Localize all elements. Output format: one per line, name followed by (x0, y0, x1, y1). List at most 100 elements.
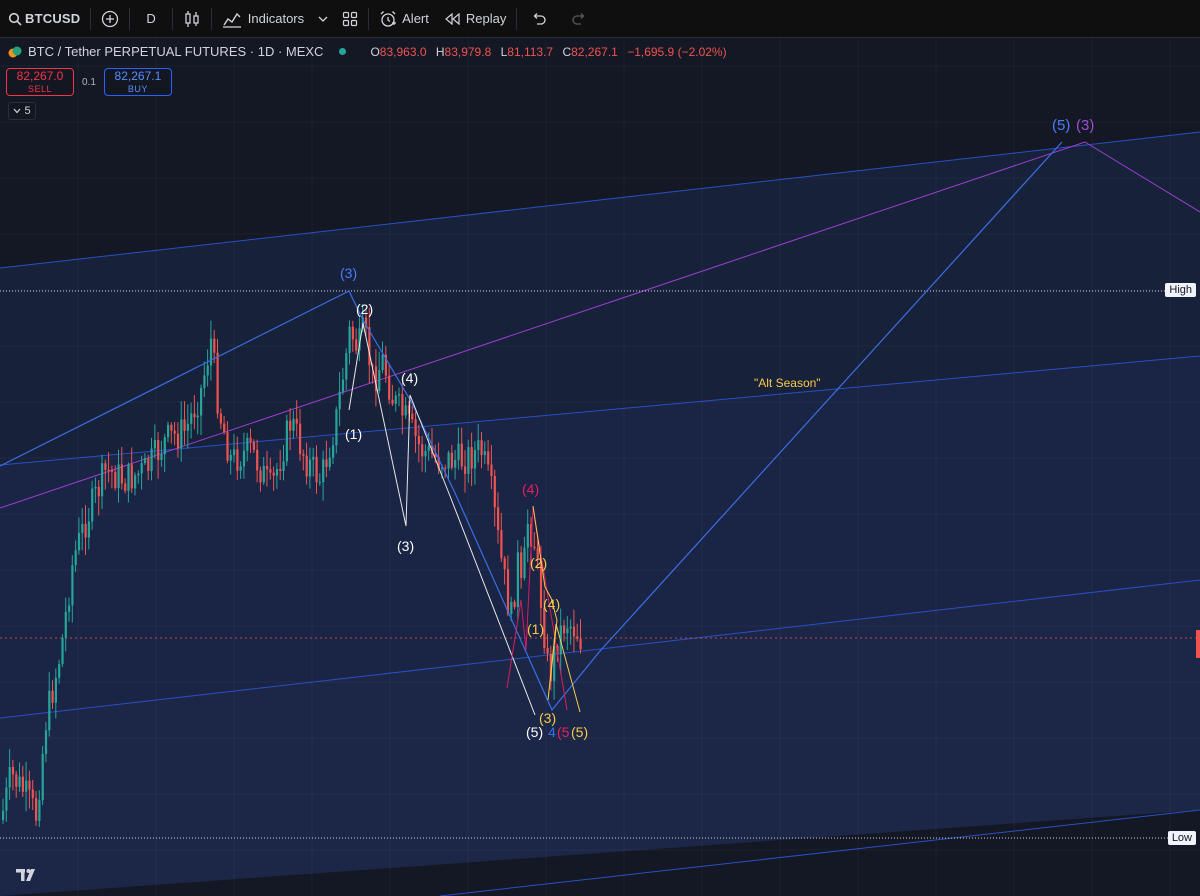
candle-body (394, 395, 397, 404)
candle-body (477, 440, 480, 451)
candles-icon (183, 10, 201, 28)
candle-body (77, 532, 81, 551)
trade-panel: 82,267.0 SELL 0.1 82,267.1 BUY (6, 68, 172, 96)
order-quantity[interactable]: 0.1 (82, 77, 96, 88)
candle-body (355, 339, 358, 351)
candle-body (460, 443, 463, 467)
wave-label-pink-5: (5 (557, 724, 570, 740)
alert-button[interactable]: Alert (371, 0, 437, 38)
candle-body (157, 440, 160, 460)
candle-body (411, 413, 414, 420)
candle-body (447, 452, 450, 469)
candle-body (563, 625, 566, 634)
legend-title[interactable]: BTC / Tether PERPETUAL FUTURES · 1D · ME… (28, 44, 323, 59)
candle-body (110, 469, 114, 472)
candle-body (444, 467, 447, 469)
candle-body (401, 394, 404, 416)
wave-label-blue-3: (3) (340, 265, 357, 281)
candle-body (516, 552, 519, 607)
layout-button[interactable] (334, 0, 366, 38)
buy-button[interactable]: 82,267.1 BUY (103, 68, 172, 96)
indicators-collapse-button[interactable]: 5 (8, 102, 36, 120)
candle-body (338, 391, 341, 410)
grid-icon (342, 11, 358, 27)
divider (210, 7, 212, 30)
divider (516, 7, 518, 30)
low-price-tag: Low (1167, 831, 1196, 845)
candle-body (523, 547, 526, 579)
candle-body (572, 626, 576, 637)
symbol-search[interactable]: BTCUSD (0, 0, 88, 38)
candle-body (186, 423, 189, 431)
candle-body (520, 552, 523, 579)
candle-body (467, 447, 470, 474)
candle-body (480, 440, 483, 456)
candle-body (101, 463, 104, 497)
rewind-icon (444, 12, 461, 25)
candle-body (305, 455, 308, 477)
candle-body (533, 546, 536, 549)
undo-button[interactable] (519, 0, 559, 38)
candle-body (176, 433, 180, 448)
candle-body (414, 419, 417, 437)
open-value: 83,963.0 (379, 44, 427, 59)
candle-body (335, 409, 338, 446)
candle-body (153, 440, 156, 449)
candle-body (127, 464, 130, 491)
candle-body (5, 787, 8, 811)
chevron-down-icon (13, 108, 21, 114)
candle-body (328, 457, 331, 468)
interval-button[interactable]: D (132, 0, 169, 38)
candle-body (308, 459, 312, 477)
replay-button[interactable]: Replay (437, 0, 514, 38)
sell-price: 82,267.0 (16, 69, 64, 83)
wave-label-pink-4: (4) (522, 481, 539, 497)
candle-body (140, 463, 143, 474)
candle-body (345, 353, 348, 380)
sell-button[interactable]: 82,267.0 SELL (6, 68, 74, 96)
last-price-marker (1196, 630, 1200, 658)
chart-pane[interactable]: (3) (2) (4) (1) (3) (4) (2) (4) (1) (3) … (0, 38, 1200, 896)
candle-body (249, 437, 252, 442)
candle-body (351, 326, 354, 340)
compare-button[interactable] (93, 0, 127, 38)
candle-body (289, 420, 292, 431)
candle-body (64, 611, 67, 638)
candle-body (193, 413, 196, 418)
redo-button[interactable] (559, 0, 599, 38)
candle-body (272, 472, 275, 476)
candle-body (546, 647, 549, 654)
candle-body (246, 437, 249, 451)
chart-canvas[interactable]: (3) (2) (4) (1) (3) (4) (2) (4) (1) (3) … (0, 38, 1200, 896)
candle-body (107, 469, 110, 471)
candle-body (348, 326, 351, 354)
wave-label-blue-4: 4 (548, 724, 556, 740)
candle-body (203, 375, 206, 388)
candle-body (576, 636, 579, 639)
candle-body (500, 530, 503, 559)
candle-body (25, 780, 28, 792)
candle-body (487, 451, 490, 465)
candle-body (569, 626, 572, 629)
candle-body (117, 464, 120, 489)
candle-body (21, 776, 24, 792)
top-toolbar: BTCUSD D Indicators Alert Replay (0, 0, 1200, 38)
indicators-icon (222, 10, 242, 28)
indicators-dropdown[interactable] (312, 0, 334, 38)
indicators-count: 5 (24, 105, 31, 117)
change-value: −1,695.9 (−2.02%) (627, 44, 727, 59)
candle-body (266, 465, 269, 470)
indicators-button[interactable]: Indicators (214, 0, 312, 38)
candle-body (510, 601, 513, 614)
candle-body (427, 445, 430, 452)
candle-body (223, 423, 226, 433)
chart-type-button[interactable] (175, 0, 209, 38)
candle-body (134, 475, 137, 489)
wave-label-white-3: (3) (397, 538, 414, 554)
candle-body (68, 605, 71, 612)
candle-body (15, 774, 18, 787)
candle-body (464, 466, 467, 474)
candle-body (318, 482, 321, 484)
candle-body (503, 558, 506, 570)
candle-body (497, 507, 500, 531)
